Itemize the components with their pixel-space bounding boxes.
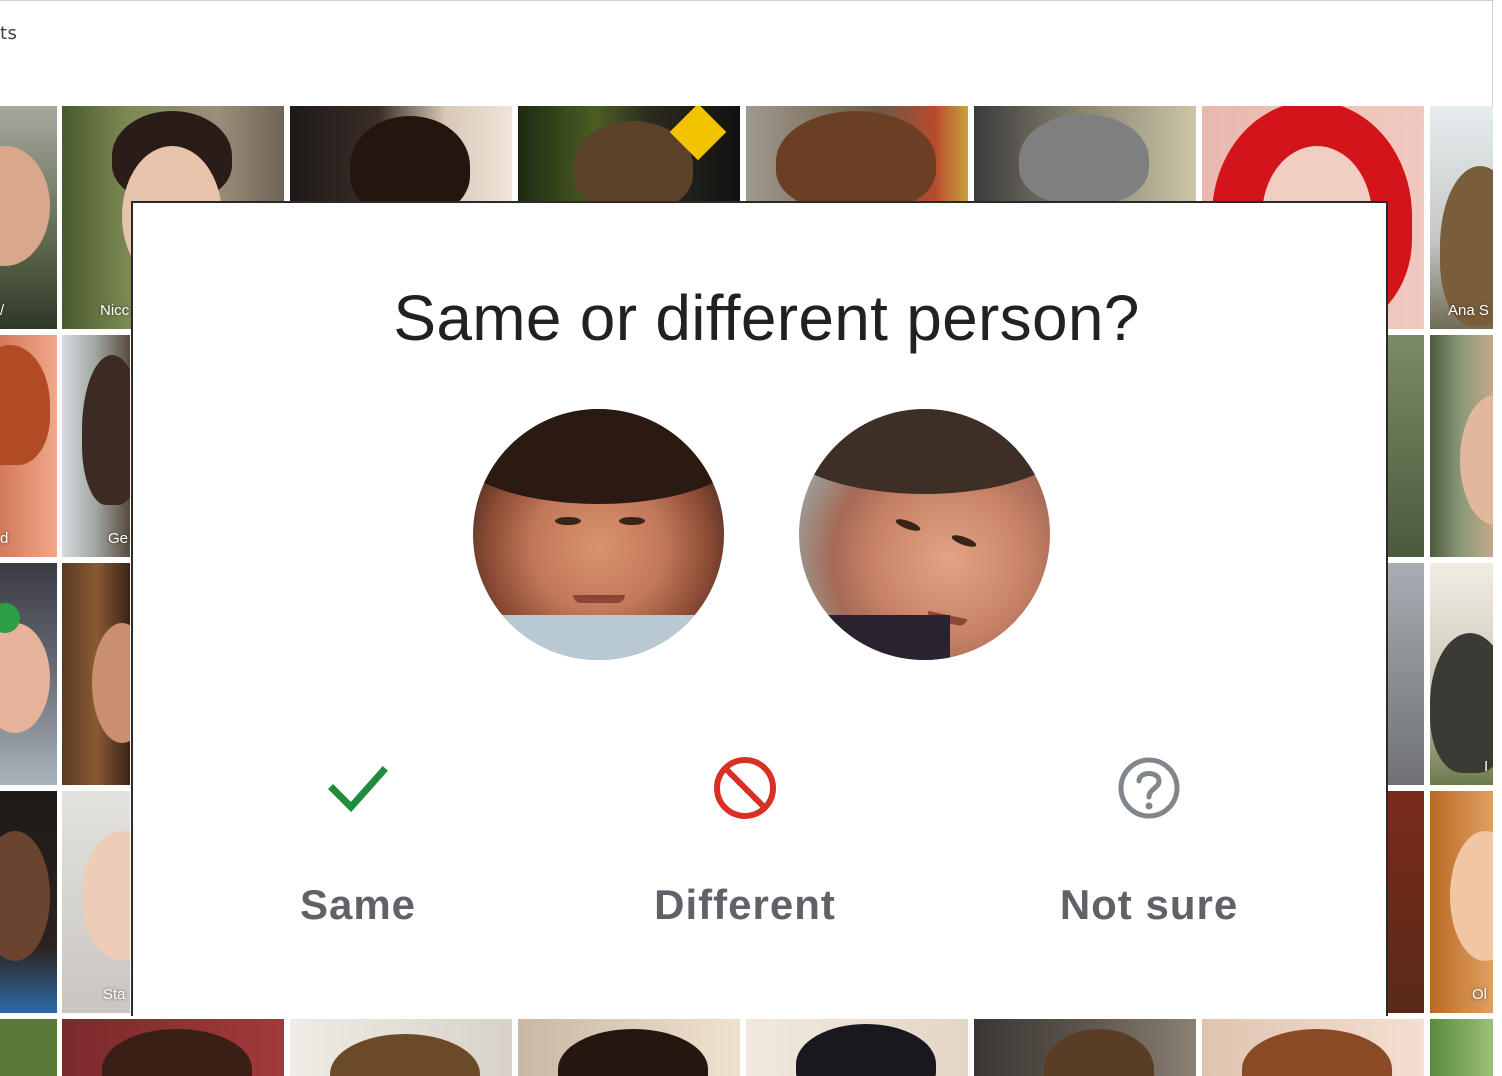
question-circle-icon (1118, 757, 1180, 819)
dialog-title: Same or different person? (393, 282, 1140, 354)
same-button[interactable]: Same (208, 743, 508, 943)
different-button[interactable]: Different (595, 743, 895, 943)
face-tile[interactable] (290, 1019, 512, 1076)
not-sure-button[interactable]: Not sure (999, 743, 1299, 943)
face-tile[interactable] (1388, 563, 1424, 785)
face-tile[interactable] (1388, 791, 1424, 1013)
face-tile[interactable] (290, 106, 512, 203)
not-sure-label: Not sure (1059, 881, 1239, 928)
face-tile[interactable] (1202, 1019, 1424, 1076)
tile-name-label: Ge (108, 530, 129, 547)
same-label: Same (299, 881, 417, 928)
window-edge (1493, 0, 1502, 1076)
face-tile[interactable]: I (1430, 563, 1493, 785)
tile-name-label: Nicc (100, 302, 130, 319)
face-photo-right (799, 409, 1050, 660)
tile-name-label: Ana S (1448, 302, 1489, 319)
check-icon (328, 766, 388, 813)
face-tile[interactable] (0, 563, 57, 785)
face-tile[interactable] (62, 1019, 284, 1076)
face-tile[interactable]: Ana S (1430, 106, 1493, 329)
people-merge-page: / Nicc Ana S d Ge I Sta Ol ts Same or di… (0, 0, 1502, 1076)
face-tile[interactable]: Ol (1430, 791, 1493, 1013)
face-tile[interactable] (746, 1019, 968, 1076)
face-tile[interactable] (1388, 335, 1424, 557)
tile-name-label: Sta (103, 986, 126, 1003)
face-tile[interactable] (1430, 335, 1493, 557)
face-tile[interactable] (0, 1019, 57, 1076)
tile-name-label: d (0, 530, 9, 547)
face-tile[interactable] (0, 791, 57, 1013)
face-tile[interactable] (974, 1019, 1196, 1076)
header-title-fragment: ts (0, 23, 18, 44)
tile-name-label: / (0, 302, 5, 319)
face-tile[interactable]: d (0, 335, 57, 557)
prohibited-icon (714, 757, 776, 819)
app-header: ts (0, 0, 1493, 106)
face-tile[interactable] (518, 106, 740, 203)
face-tile[interactable] (518, 1019, 740, 1076)
face-tile[interactable] (974, 106, 1196, 203)
face-tile[interactable]: Ge (62, 335, 130, 557)
face-tile[interactable]: / (0, 106, 57, 329)
face-tile[interactable] (746, 106, 968, 203)
face-photo-left (473, 409, 724, 660)
face-tile[interactable]: Sta (62, 791, 130, 1013)
same-or-different-dialog: Same or different person? Same Different… (131, 201, 1388, 1016)
face-tile[interactable] (1430, 1019, 1493, 1076)
tile-name-label: Ol (1472, 986, 1487, 1003)
face-tile[interactable] (62, 563, 130, 785)
tile-name-label: I (1484, 758, 1489, 775)
different-label: Different (654, 881, 836, 928)
